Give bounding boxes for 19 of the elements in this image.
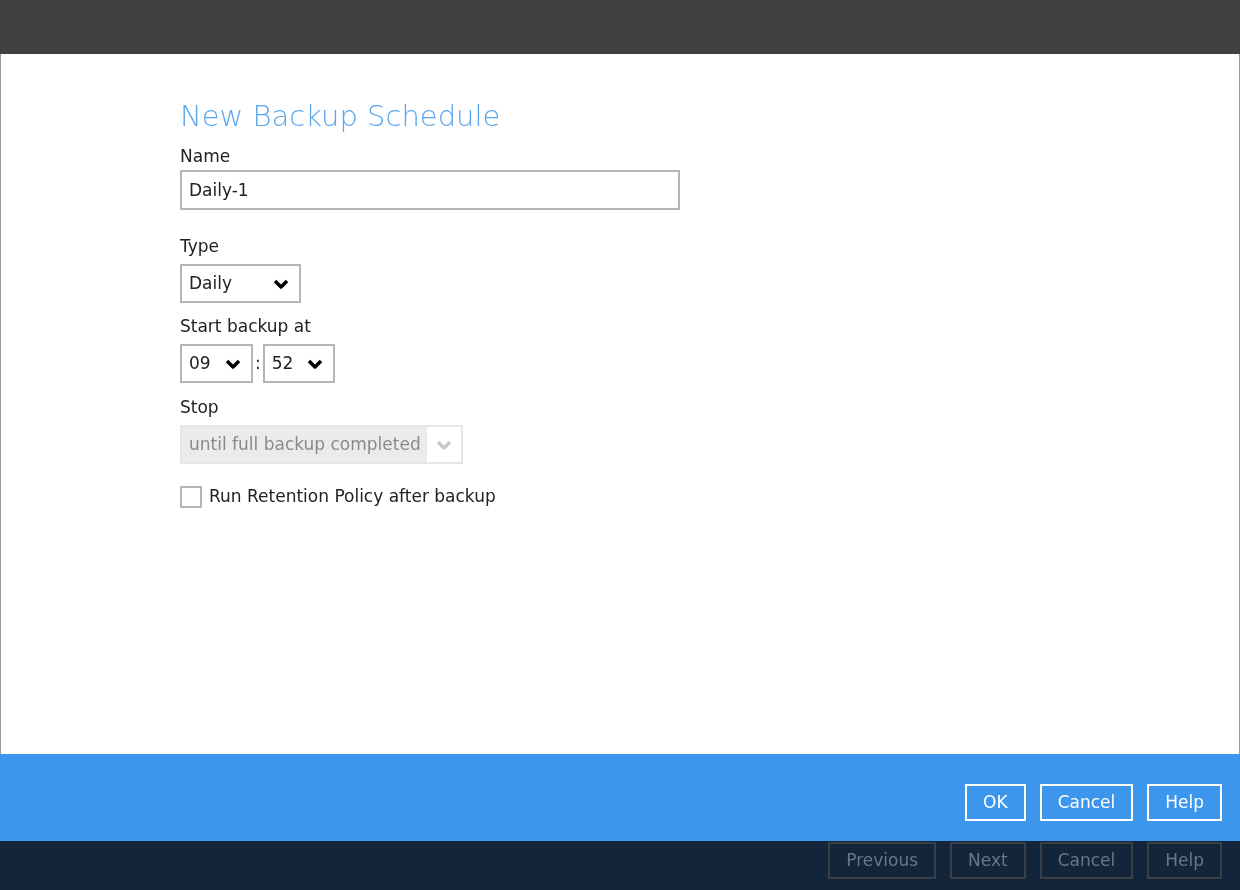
dropdown[interactable]: 52 [262,344,335,383]
dialog-title: New Backup Schedule [180,98,502,135]
chevron-down-icon [436,438,452,451]
dropdown[interactable]: Daily [180,264,301,303]
checkbox[interactable] [180,485,202,508]
chevron-down-icon [306,357,323,370]
chevron-down-icon [225,357,241,370]
chevron-down-icon [273,277,289,290]
dialog-button[interactable]: OK [965,784,1026,821]
checkbox-label: Run Retention Policy after backup [209,485,496,508]
dropdown[interactable]: 09 [180,344,253,383]
field-label: Type [180,235,220,257]
field-label: Start backup at [180,315,311,337]
field-label: Stop [180,396,219,418]
time-separator: : [254,351,262,375]
field-label: Name [180,145,231,167]
name-input-field[interactable]: Daily-1 [180,170,680,210]
dialog-button[interactable]: Help [1147,784,1222,821]
dialog-button[interactable]: Cancel [1039,784,1134,821]
